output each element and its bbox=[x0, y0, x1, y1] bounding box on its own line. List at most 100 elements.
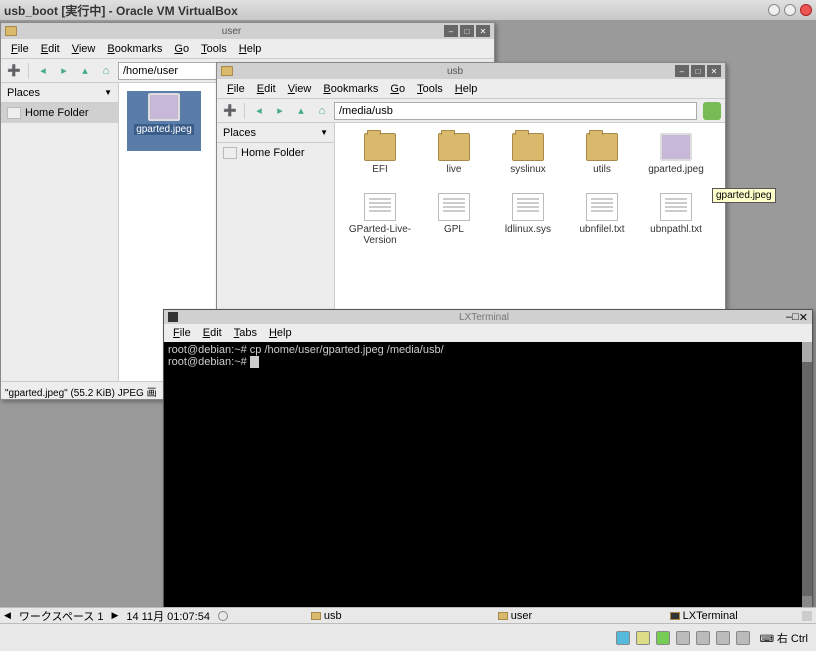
menu-view[interactable]: View bbox=[66, 41, 102, 57]
menu-file[interactable]: File bbox=[5, 41, 35, 57]
menu-help[interactable]: Help bbox=[449, 81, 484, 97]
workspace-label[interactable]: ワークスペース 1 bbox=[19, 608, 104, 624]
desktop: user – □ ✕ File Edit View Bookmarks Go T… bbox=[0, 20, 816, 651]
back-icon[interactable]: ◂ bbox=[34, 62, 52, 80]
menu-file[interactable]: File bbox=[221, 81, 251, 97]
file-label: utils bbox=[593, 164, 611, 175]
menu-help[interactable]: Help bbox=[264, 326, 297, 340]
menu-bookmarks[interactable]: Bookmarks bbox=[101, 41, 168, 57]
forward-icon[interactable]: ▸ bbox=[271, 102, 289, 120]
tray-icon[interactable] bbox=[802, 611, 812, 621]
path-input[interactable] bbox=[334, 102, 697, 120]
cd-icon[interactable] bbox=[636, 631, 650, 645]
menu-go[interactable]: Go bbox=[168, 41, 195, 57]
img-icon bbox=[148, 93, 180, 121]
menu-bookmarks[interactable]: Bookmarks bbox=[317, 81, 384, 97]
capture-icon[interactable] bbox=[736, 631, 750, 645]
places-header[interactable]: Places▼ bbox=[217, 123, 334, 143]
file-syslinux[interactable]: syslinux bbox=[491, 131, 565, 191]
go-icon[interactable] bbox=[703, 102, 721, 120]
fm1-titlebar[interactable]: user – □ ✕ bbox=[1, 23, 494, 39]
tooltip: gparted.jpeg bbox=[712, 188, 776, 203]
file-gparted-jpeg[interactable]: gparted.jpeg bbox=[639, 131, 713, 191]
menu-file[interactable]: File bbox=[168, 326, 196, 340]
home-icon[interactable]: ⌂ bbox=[313, 102, 331, 120]
menu-edit[interactable]: Edit bbox=[251, 81, 282, 97]
arrow-left-icon[interactable]: ◀ bbox=[4, 610, 11, 621]
file-label: gparted.jpeg bbox=[648, 164, 704, 175]
file-utils[interactable]: utils bbox=[565, 131, 639, 191]
chevron-down-icon: ▼ bbox=[104, 88, 112, 97]
terminal-titlebar[interactable]: LXTerminal – □ ✕ bbox=[164, 310, 812, 324]
maximize-button[interactable] bbox=[784, 4, 796, 16]
folder-icon bbox=[438, 133, 470, 161]
new-tab-icon[interactable]: ➕ bbox=[221, 102, 239, 120]
file-ldlinux-sys[interactable]: ldlinux.sys bbox=[491, 191, 565, 251]
fm2-toolbar: ➕ ◂ ▸ ▴ ⌂ bbox=[217, 99, 725, 123]
disk-icon[interactable] bbox=[616, 631, 630, 645]
up-icon[interactable]: ▴ bbox=[292, 102, 310, 120]
close-icon[interactable]: ✕ bbox=[476, 25, 490, 37]
file-ubnpathl-txt[interactable]: ubnpathl.txt bbox=[639, 191, 713, 251]
terminal-body[interactable]: root@debian:~# cp /home/user/gparted.jpe… bbox=[164, 342, 812, 608]
sidebar-item-home[interactable]: Home Folder bbox=[1, 103, 118, 123]
forward-icon[interactable]: ▸ bbox=[55, 62, 73, 80]
file-label: GParted-Live-Version bbox=[344, 224, 416, 246]
task-usb[interactable]: usb bbox=[236, 610, 417, 622]
menu-go[interactable]: Go bbox=[384, 81, 411, 97]
file-label: GPL bbox=[444, 224, 464, 235]
folder-icon bbox=[586, 133, 618, 161]
places-header[interactable]: Places▼ bbox=[1, 83, 118, 103]
network-icon[interactable] bbox=[656, 631, 670, 645]
close-button[interactable] bbox=[800, 4, 812, 16]
file-gparted-jpeg[interactable]: gparted.jpeg bbox=[127, 91, 201, 151]
display-icon[interactable] bbox=[716, 631, 730, 645]
back-icon[interactable]: ◂ bbox=[250, 102, 268, 120]
folder-icon bbox=[512, 133, 544, 161]
menu-tabs[interactable]: Tabs bbox=[229, 326, 262, 340]
chevron-down-icon: ▼ bbox=[320, 128, 328, 137]
terminal-icon bbox=[168, 312, 178, 322]
menu-edit[interactable]: Edit bbox=[35, 41, 66, 57]
task-terminal[interactable]: LXTerminal bbox=[613, 610, 794, 622]
menu-help[interactable]: Help bbox=[233, 41, 268, 57]
up-icon[interactable]: ▴ bbox=[76, 62, 94, 80]
arrow-right-icon[interactable]: ▶ bbox=[111, 610, 118, 621]
file-gpl[interactable]: GPL bbox=[417, 191, 491, 251]
file-gparted-live-version[interactable]: GParted-Live-Version bbox=[343, 191, 417, 251]
shared-folder-icon[interactable] bbox=[696, 631, 710, 645]
txt-icon bbox=[364, 193, 396, 221]
fm2-icon-area[interactable]: EFI live syslinux utils gparted.jpeg GParted-… bbox=[335, 123, 725, 319]
usb-icon[interactable] bbox=[676, 631, 690, 645]
menu-tools[interactable]: Tools bbox=[411, 81, 449, 97]
menu-view[interactable]: View bbox=[282, 81, 318, 97]
close-icon[interactable]: ✕ bbox=[707, 65, 721, 77]
vbox-title: usb_boot [実行中] - Oracle VM VirtualBox bbox=[4, 2, 238, 19]
scrollbar[interactable] bbox=[802, 342, 812, 608]
file-label: ubnfilel.txt bbox=[579, 224, 624, 235]
file-efi[interactable]: EFI bbox=[343, 131, 417, 191]
maximize-icon[interactable]: □ bbox=[460, 25, 474, 37]
sidebar-item-home[interactable]: Home Folder bbox=[217, 143, 334, 163]
folder-icon bbox=[498, 612, 508, 620]
host-key-label: ⌨ 右 Ctrl bbox=[760, 630, 808, 646]
minimize-icon[interactable]: – bbox=[444, 25, 458, 37]
minimize-button[interactable] bbox=[768, 4, 780, 16]
home-folder-icon bbox=[7, 107, 21, 119]
datetime: 14 11月 01:07:54 bbox=[126, 608, 210, 624]
menu-edit[interactable]: Edit bbox=[198, 326, 227, 340]
new-tab-icon[interactable]: ➕ bbox=[5, 62, 23, 80]
img-icon bbox=[660, 133, 692, 161]
maximize-icon[interactable]: □ bbox=[792, 311, 799, 323]
close-icon[interactable]: ✕ bbox=[799, 311, 808, 324]
logout-icon[interactable] bbox=[218, 611, 228, 621]
task-user[interactable]: user bbox=[425, 610, 606, 622]
menu-tools[interactable]: Tools bbox=[195, 41, 233, 57]
fm2-titlebar[interactable]: usb – □ ✕ bbox=[217, 63, 725, 79]
file-label: live bbox=[446, 164, 461, 175]
file-live[interactable]: live bbox=[417, 131, 491, 191]
minimize-icon[interactable]: – bbox=[675, 65, 689, 77]
home-icon[interactable]: ⌂ bbox=[97, 62, 115, 80]
maximize-icon[interactable]: □ bbox=[691, 65, 705, 77]
file-ubnfilel-txt[interactable]: ubnfilel.txt bbox=[565, 191, 639, 251]
